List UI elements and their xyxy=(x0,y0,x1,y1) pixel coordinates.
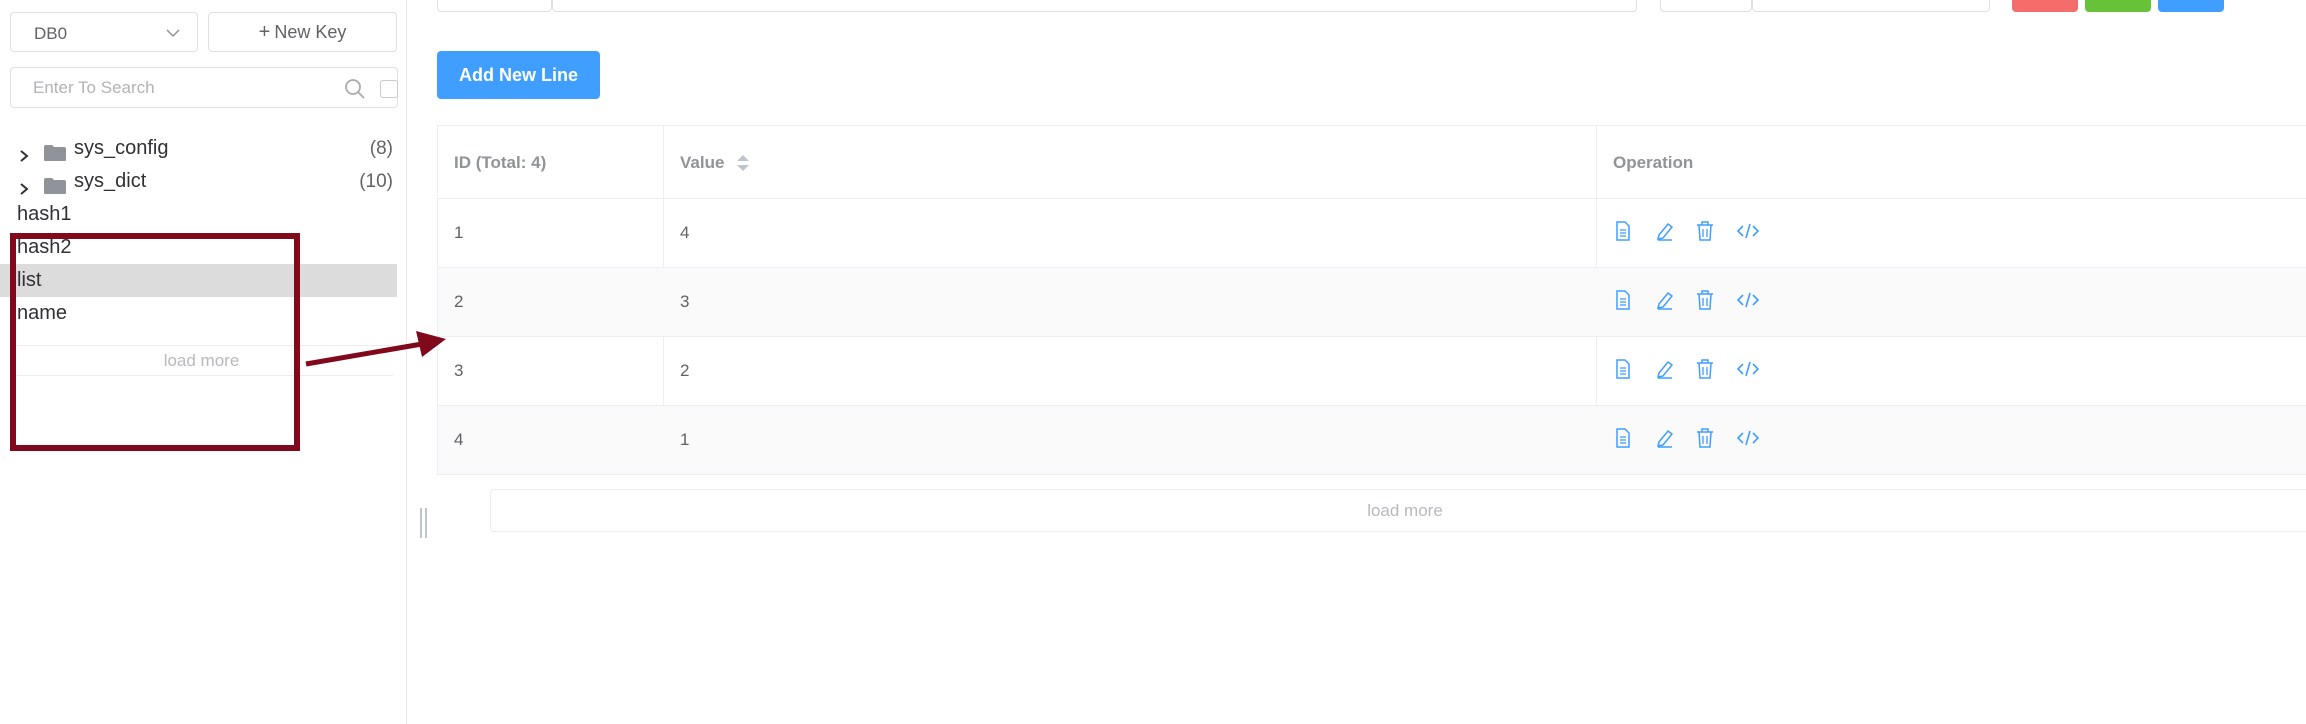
table-header: ID (Total: 4) Value Operation xyxy=(438,126,2306,199)
exact-search-checkbox[interactable] xyxy=(380,80,398,98)
row-value: 2 xyxy=(680,361,690,380)
view-document-icon[interactable] xyxy=(1614,428,1636,450)
row-value: 1 xyxy=(680,430,690,449)
code-icon[interactable] xyxy=(1736,428,1760,450)
edit-icon[interactable] xyxy=(1655,290,1677,312)
tree-folder[interactable]: sys_dict (10) xyxy=(0,165,397,198)
key-name-input[interactable] xyxy=(552,0,1637,12)
search-box xyxy=(10,67,398,108)
delete-key-button[interactable] xyxy=(2012,0,2078,12)
delete-icon[interactable] xyxy=(1696,221,1718,243)
folder-name: sys_config xyxy=(74,137,169,159)
table-row: 4 1 xyxy=(438,406,2306,475)
db-select[interactable]: DB0 xyxy=(10,12,198,52)
view-document-icon[interactable] xyxy=(1614,221,1636,243)
row-value: 4 xyxy=(680,223,690,242)
tree-folder[interactable]: sys_config (8) xyxy=(0,132,397,165)
app-window: DB0 +New Key sys_config (8) xyxy=(0,0,2306,724)
row-value: 3 xyxy=(680,292,690,311)
view-document-icon[interactable] xyxy=(1614,359,1636,381)
list-table: ID (Total: 4) Value Operation 1 4 2 3 3 … xyxy=(437,125,2306,475)
folder-name: sys_dict xyxy=(74,170,147,192)
delete-icon[interactable] xyxy=(1696,290,1718,312)
new-key-button[interactable]: + New Key xyxy=(208,12,397,52)
panel-resize-handle[interactable] xyxy=(420,508,428,538)
delete-icon[interactable] xyxy=(1696,359,1718,381)
sort-icon[interactable] xyxy=(736,153,750,178)
code-icon[interactable] xyxy=(1736,290,1760,312)
row-id: 3 xyxy=(454,361,464,380)
tree-key-item[interactable]: hash1 xyxy=(0,198,397,231)
key-type-box[interactable] xyxy=(437,0,552,12)
edit-icon[interactable] xyxy=(1655,428,1677,450)
search-input[interactable] xyxy=(33,78,323,98)
row-id: 1 xyxy=(454,223,464,242)
column-header-operation: Operation xyxy=(1613,153,1694,172)
annotation-highlight-box xyxy=(10,233,300,451)
row-id: 2 xyxy=(454,292,464,311)
add-new-line-button[interactable]: Add New Line xyxy=(437,51,600,99)
new-key-label: New Key xyxy=(274,22,347,42)
folder-count: (8) xyxy=(369,138,393,159)
load-more-rows-button[interactable]: load more xyxy=(490,489,2306,532)
ttl-label-box xyxy=(1660,0,1752,12)
delete-icon[interactable] xyxy=(1696,428,1718,450)
column-header-value-label: Value xyxy=(680,153,725,172)
refresh-key-button[interactable] xyxy=(2158,0,2224,12)
table-row: 2 3 xyxy=(438,268,2306,337)
folder-count: (10) xyxy=(359,171,393,192)
search-icon[interactable] xyxy=(344,78,366,105)
code-icon[interactable] xyxy=(1736,221,1760,243)
key-name: hash1 xyxy=(17,203,72,225)
ttl-input[interactable] xyxy=(1752,0,1990,12)
column-header-value[interactable]: Value xyxy=(680,126,724,199)
plus-icon: + xyxy=(258,21,271,43)
row-id: 4 xyxy=(454,430,464,449)
save-key-button[interactable] xyxy=(2085,0,2151,12)
table-row: 1 4 xyxy=(438,199,2306,268)
code-icon[interactable] xyxy=(1736,359,1760,381)
edit-icon[interactable] xyxy=(1655,221,1677,243)
table-row: 3 2 xyxy=(438,337,2306,406)
view-document-icon[interactable] xyxy=(1614,290,1636,312)
column-header-id: ID (Total: 4) xyxy=(454,153,547,172)
edit-icon[interactable] xyxy=(1655,359,1677,381)
annotation-arrow xyxy=(305,331,446,367)
db-select-value: DB0 xyxy=(34,24,68,43)
chevron-down-icon xyxy=(165,25,181,46)
